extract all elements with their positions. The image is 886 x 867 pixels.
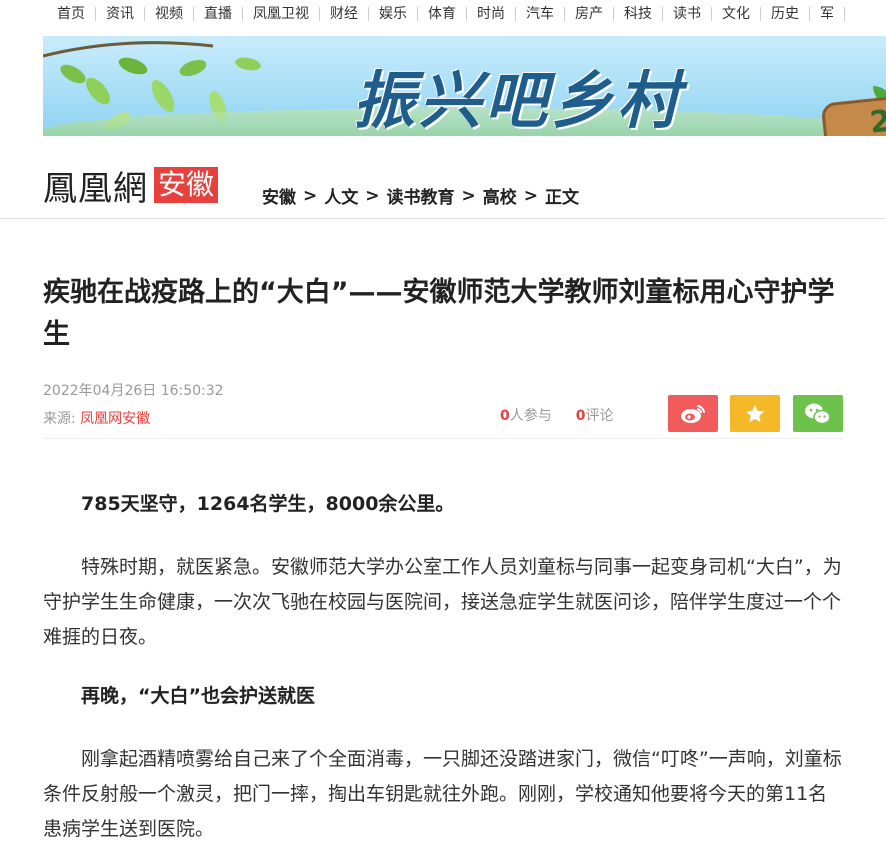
article-lead: 785天坚守，1264名学生，8000余公里。: [81, 493, 455, 515]
nav-item-home[interactable]: 首页: [43, 7, 96, 21]
sign-label: 2.0: [868, 100, 886, 136]
meta-divider: [43, 438, 843, 439]
star-icon: [745, 404, 765, 422]
wechat-icon: [805, 403, 831, 424]
wooden-sign: 2.0: [820, 92, 886, 136]
source-label: 来源:: [43, 411, 76, 427]
breadcrumb-separator: >: [461, 185, 476, 206]
breadcrumb-anhui[interactable]: 安徽: [262, 183, 296, 208]
article-subheading: 再晚，“大白”也会护送就医: [81, 685, 315, 707]
participants-label: 人参与: [509, 408, 552, 424]
article-body: 785天坚守，1264名学生，8000余公里。 特殊时期，就医紧急。安徽师范大学…: [43, 487, 843, 847]
favorite-button[interactable]: [730, 395, 780, 432]
comments-count: 0: [575, 408, 586, 424]
breadcrumb-separator: >: [365, 185, 380, 206]
nav-item-books[interactable]: 读书: [663, 7, 712, 21]
article-stats: 0人参与 0评论: [500, 405, 614, 425]
nav-item-news[interactable]: 资讯: [96, 7, 145, 21]
nav-item-live[interactable]: 直播: [194, 7, 243, 21]
source-link[interactable]: 凤凰网安徽: [80, 411, 150, 427]
banner-ad[interactable]: 振兴吧乡村 2.0: [43, 36, 886, 136]
banner-title: 振兴吧乡村: [353, 64, 684, 136]
comments-stat[interactable]: 0评论: [576, 405, 614, 425]
article-paragraph: 特殊时期，就医紧急。安徽师范大学办公室工作人员刘童标与同事一起变身司机“大白”，…: [43, 556, 842, 648]
comments-label: 评论: [585, 408, 614, 424]
weibo-icon: [681, 404, 705, 423]
article-paragraph: 刚拿起酒精喷雾给自己来了个全面消毒，一只脚还没踏进家门，微信“叮咚”一声响，刘童…: [43, 748, 842, 840]
nav-item-history[interactable]: 历史: [761, 7, 810, 21]
nav-item-video[interactable]: 视频: [145, 7, 194, 21]
publish-date: 2022年04月26日 16:50:32: [43, 383, 224, 399]
share-weibo-button[interactable]: [668, 395, 718, 432]
breadcrumb-university[interactable]: 高校: [483, 183, 517, 208]
breadcrumb: 安徽 > 人文 > 读书教育 > 高校 > 正文: [262, 183, 579, 209]
nav-item-culture[interactable]: 文化: [712, 7, 761, 21]
nav-item-fashion[interactable]: 时尚: [467, 7, 516, 21]
nav-item-house[interactable]: 房产: [565, 7, 614, 21]
logo-text: 鳳凰網: [43, 168, 148, 209]
nav-item-phoenix-tv[interactable]: 凤凰卫视: [243, 7, 320, 21]
breadcrumb-culture[interactable]: 人文: [324, 183, 358, 208]
top-nav: 首页 资讯 视频 直播 凤凰卫视 财经 娱乐 体育 时尚 汽车 房产 科技 读书…: [43, 0, 845, 28]
site-logo[interactable]: 鳳凰網 安徽: [43, 160, 219, 210]
nav-item-tech[interactable]: 科技: [614, 7, 663, 21]
nav-item-entertainment[interactable]: 娱乐: [369, 7, 418, 21]
breadcrumb-separator: >: [303, 185, 318, 206]
breadcrumb-separator: >: [523, 185, 538, 206]
logo-region-tag: 安徽: [154, 167, 219, 203]
article-title: 疾驰在战疫路上的“大白”——安徽师范大学教师刘童标用心守护学生: [43, 277, 835, 350]
breadcrumb-current: 正文: [545, 188, 579, 208]
nav-item-sports[interactable]: 体育: [418, 7, 467, 21]
nav-item-military[interactable]: 军: [810, 7, 845, 21]
participants-stat[interactable]: 0人参与: [500, 405, 552, 425]
article-source: 来源: 凤凰网安徽: [43, 408, 150, 428]
nav-item-auto[interactable]: 汽车: [516, 7, 565, 21]
header-divider: [0, 218, 886, 219]
participants-count: 0: [500, 408, 510, 424]
breadcrumb-education[interactable]: 读书教育: [387, 183, 455, 208]
share-wechat-button[interactable]: [793, 395, 843, 432]
nav-item-finance[interactable]: 财经: [320, 7, 369, 21]
